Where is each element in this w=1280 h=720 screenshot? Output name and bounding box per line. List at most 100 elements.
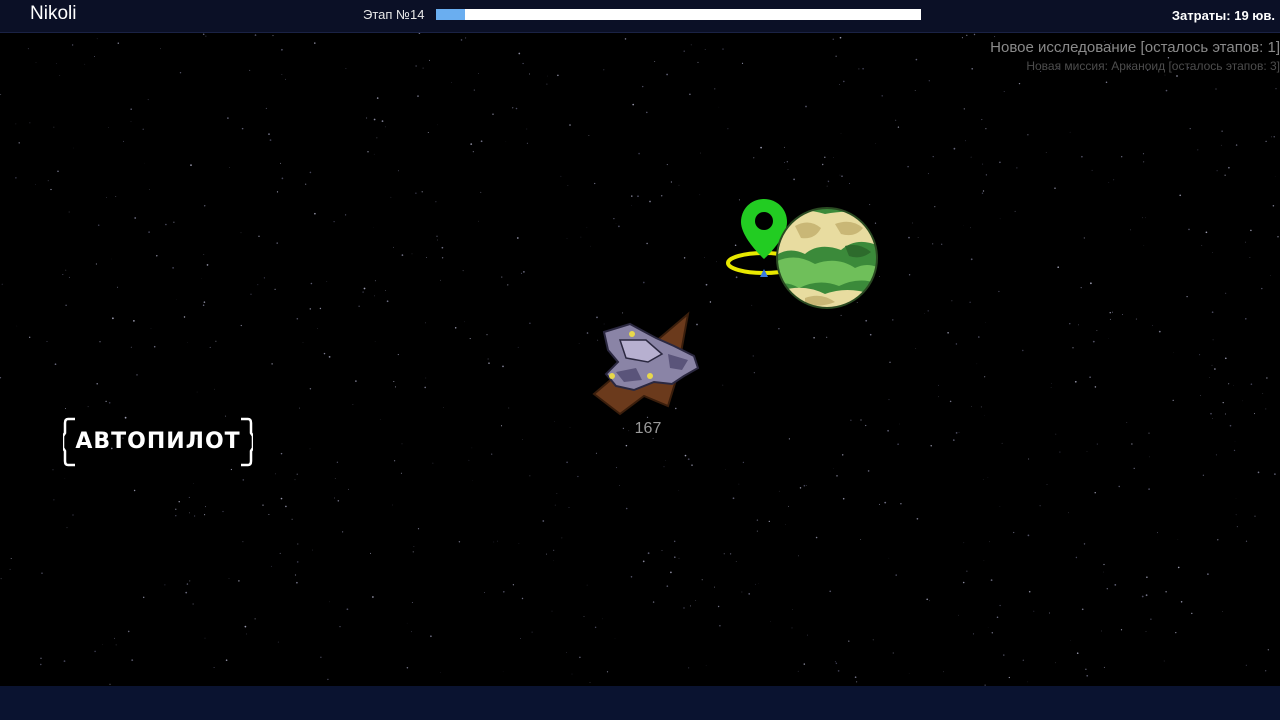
star (185, 591, 188, 594)
star (358, 305, 360, 307)
star (722, 384, 724, 386)
star (165, 223, 167, 226)
star (704, 257, 705, 258)
star (425, 377, 427, 379)
star (690, 605, 691, 607)
star (858, 68, 860, 70)
star (1207, 573, 1209, 575)
star (982, 479, 984, 480)
star (735, 561, 737, 562)
star (1054, 187, 1056, 189)
star (1229, 424, 1232, 427)
star (385, 290, 386, 291)
star (244, 625, 247, 628)
star (426, 257, 427, 258)
star (1018, 82, 1021, 85)
star (0, 376, 2, 379)
star (1275, 88, 1277, 90)
star (346, 608, 349, 611)
star (1145, 631, 1147, 632)
spaceship-icon[interactable] (590, 310, 710, 420)
star (440, 279, 441, 281)
star (1022, 659, 1024, 661)
star (179, 72, 182, 74)
star (189, 580, 191, 582)
star (879, 276, 881, 277)
mission-secondary[interactable]: Новая миссия: Арканоид [осталось этапов:… (990, 58, 1280, 74)
star (65, 408, 66, 409)
star (1245, 540, 1248, 542)
star (393, 460, 396, 462)
star (1150, 618, 1152, 620)
star (394, 386, 397, 388)
star (705, 283, 708, 286)
star (999, 604, 1001, 607)
star (1083, 237, 1085, 239)
star (792, 609, 793, 610)
star (411, 631, 412, 633)
star (1215, 454, 1217, 456)
star (1265, 408, 1267, 410)
star (68, 276, 70, 278)
star (392, 504, 393, 506)
star (1057, 266, 1060, 269)
star (478, 220, 479, 222)
star (268, 133, 270, 135)
star (798, 555, 799, 557)
star (1131, 443, 1133, 445)
star (1091, 169, 1093, 171)
star (257, 284, 259, 286)
star (374, 295, 375, 297)
game-viewport[interactable]: Nikoli Этап №14 Затраты: 19 юв. Новое ис… (0, 0, 1280, 720)
star (115, 644, 117, 646)
star (1156, 532, 1159, 534)
star (542, 520, 545, 522)
star (285, 505, 287, 508)
star (285, 78, 286, 80)
star (1221, 130, 1223, 132)
star (1051, 383, 1052, 384)
star (631, 205, 632, 206)
star (1197, 149, 1199, 151)
star (821, 163, 824, 166)
star (209, 346, 211, 348)
star (829, 590, 832, 593)
star (908, 274, 911, 276)
planet-icon[interactable] (775, 206, 879, 310)
star (1075, 556, 1078, 559)
star (813, 336, 815, 339)
mission-primary[interactable]: Новое исследование [осталось этапов: 1] (990, 38, 1280, 58)
star (586, 584, 588, 586)
star (815, 536, 818, 539)
star (435, 201, 437, 203)
star (480, 140, 483, 143)
star (1083, 543, 1086, 545)
star (35, 184, 36, 185)
star (704, 49, 706, 50)
star (1142, 217, 1143, 219)
star (947, 332, 949, 334)
star (320, 656, 322, 658)
star (87, 406, 89, 408)
star (990, 579, 993, 581)
star (279, 552, 281, 554)
star (473, 89, 475, 91)
star (786, 161, 788, 163)
star (1078, 324, 1080, 326)
star (1094, 386, 1097, 388)
star (1135, 318, 1137, 320)
star (661, 550, 663, 552)
star (502, 590, 505, 593)
star (238, 580, 240, 582)
star (1022, 349, 1024, 352)
autopilot-button[interactable]: АВТОПИЛОТ (63, 417, 253, 467)
star (468, 459, 470, 461)
ship-distance-label: 167 (634, 420, 662, 437)
star (1224, 413, 1227, 415)
star (384, 126, 386, 128)
star (68, 211, 70, 213)
star (1163, 660, 1165, 662)
star (0, 94, 2, 95)
star (674, 556, 676, 558)
star (529, 73, 530, 75)
